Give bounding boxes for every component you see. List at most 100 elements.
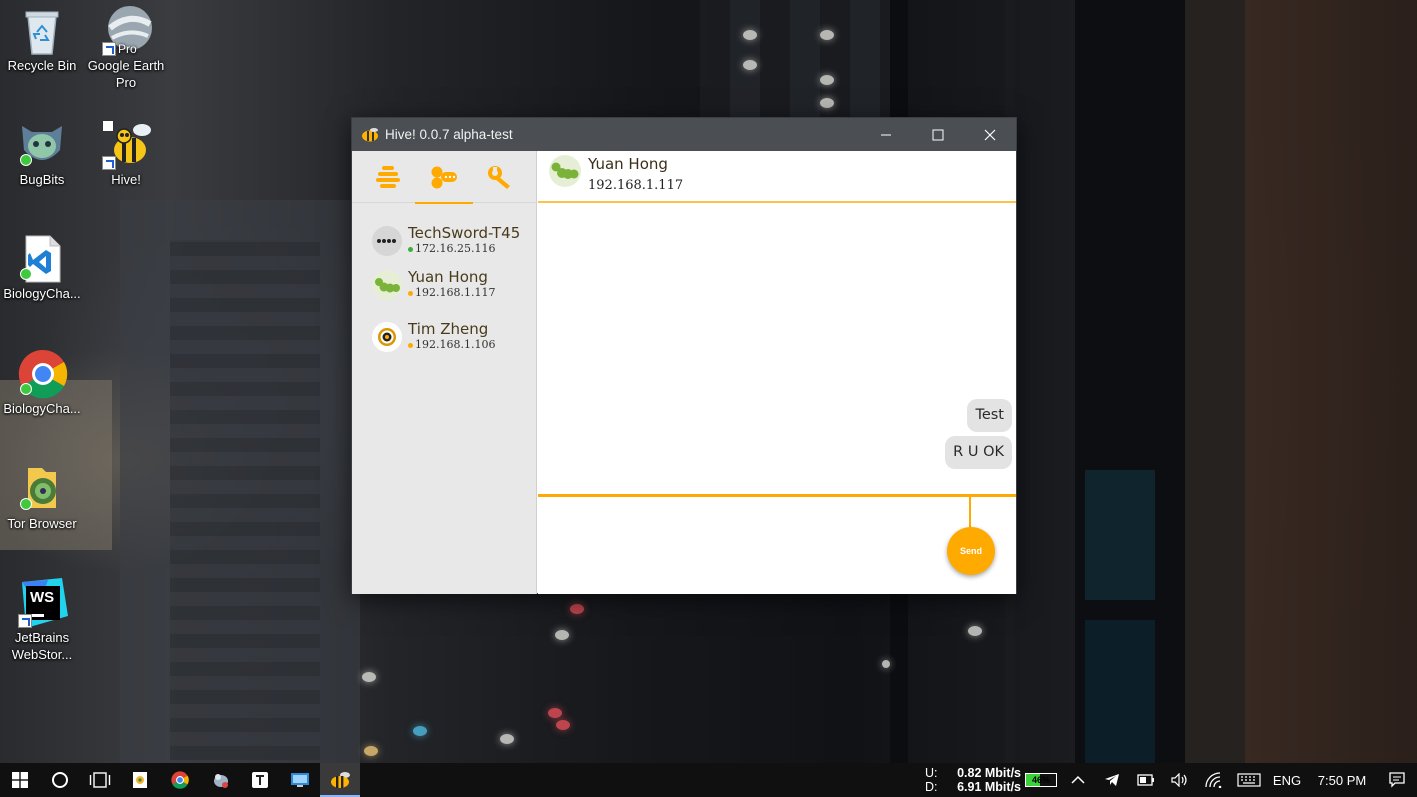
dots-avatar xyxy=(372,226,402,256)
close-button[interactable] xyxy=(964,118,1016,151)
desktop-icon-biology-vscode[interactable]: BiologyCha... xyxy=(0,234,84,302)
wrench-icon xyxy=(488,165,510,189)
tab-contacts[interactable] xyxy=(415,157,473,204)
cortana-circle-icon xyxy=(52,772,68,788)
caterpillar-avatar xyxy=(549,155,581,187)
shortcut-arrow-icon xyxy=(102,156,116,170)
hive-app-icon xyxy=(361,127,379,142)
contact-ip-row: 192.168.1.117 xyxy=(408,286,495,300)
minimize-icon xyxy=(881,134,891,135)
tab-hive[interactable] xyxy=(365,157,411,197)
chrome-icon xyxy=(171,771,189,789)
contact-ip: 172.16.25.116 xyxy=(415,242,496,255)
download-speed: 6.91 Mbit/s xyxy=(957,780,1021,794)
taskbar-app-file-explorer[interactable] xyxy=(120,763,160,797)
battery-tray-button[interactable] xyxy=(1129,763,1163,797)
contact-item[interactable]: Tim Zheng 192.168.1.106 xyxy=(352,307,536,359)
desktop-icon-webstorm[interactable]: WS JetBrains WebStor... xyxy=(0,578,84,663)
minimize-button[interactable] xyxy=(860,118,912,151)
chat-panel: Yuan Hong 192.168.1.117 Test R U OK Send xyxy=(538,151,1016,594)
wifi-button[interactable] xyxy=(1197,763,1231,797)
task-view-button[interactable] xyxy=(80,763,120,797)
taskbar-app-typora[interactable] xyxy=(240,763,280,797)
taskbar-app-chrome[interactable] xyxy=(160,763,200,797)
tab-settings[interactable] xyxy=(477,157,523,197)
contact-name: Tim Zheng xyxy=(408,320,489,338)
desktop-icon-label: BugBits xyxy=(19,172,65,187)
desktop-icon-tor-browser[interactable]: Tor Browser xyxy=(0,464,84,532)
telegram-icon xyxy=(1105,774,1119,786)
telegram-tray-button[interactable] xyxy=(1095,763,1129,797)
input-language-button[interactable]: ENG xyxy=(1267,773,1307,788)
remote-desktop-icon xyxy=(291,773,309,787)
tor-browser-icon xyxy=(18,464,66,512)
battery-tray-icon xyxy=(1137,774,1154,786)
action-center-button[interactable] xyxy=(1377,763,1417,797)
away-status-dot xyxy=(408,290,413,296)
wifi-icon xyxy=(1205,772,1222,788)
desktop-icon-google-earth[interactable]: Pro Google Earth Pro xyxy=(84,6,168,91)
message-bubble: Test xyxy=(967,399,1012,432)
maximize-button[interactable] xyxy=(912,118,964,151)
chat-header: Yuan Hong 192.168.1.117 xyxy=(538,151,1016,203)
battery-percent: 46% xyxy=(1031,775,1050,785)
desktop-icon-hive[interactable]: Hive! xyxy=(84,120,168,188)
taskbar-app-remote-desktop[interactable] xyxy=(280,763,320,797)
desktop-icon-label: BiologyCha... xyxy=(3,286,81,301)
contact-name: Yuan Hong xyxy=(408,268,488,286)
task-view-icon xyxy=(89,772,111,788)
contact-item[interactable]: TechSword-T45 172.16.25.116 xyxy=(352,203,536,256)
taskbar-app-hive[interactable] xyxy=(320,763,360,797)
contact-ip: 192.168.1.117 xyxy=(415,286,496,299)
vscode-icon xyxy=(18,234,66,283)
ws-overlay-text: WS xyxy=(30,589,55,606)
send-button[interactable]: Send xyxy=(947,527,995,575)
desktop-icon-label: JetBrains WebStor... xyxy=(11,630,73,662)
chevron-up-icon xyxy=(1071,775,1085,784)
desktop-icon-biology-chrome[interactable]: BiologyCha... xyxy=(0,349,84,417)
chrome-icon xyxy=(18,349,68,399)
hive-bee-icon xyxy=(331,772,350,788)
start-button[interactable] xyxy=(0,763,40,797)
volume-button[interactable] xyxy=(1163,763,1197,797)
shortcut-arrow-icon xyxy=(102,42,116,56)
speaker-icon xyxy=(1171,773,1187,787)
caterpillar-avatar xyxy=(372,270,402,300)
system-tray: U: D: 0.82 Mbit/s 6.91 Mbit/s 46% ENG 7:… xyxy=(925,763,1417,797)
chat-contact-name: Yuan Hong xyxy=(588,155,668,173)
close-icon xyxy=(984,129,996,140)
hive-bee-icon xyxy=(102,120,151,170)
bugbits-icon xyxy=(214,774,228,788)
desktop-icon-recycle-bin[interactable]: Recycle Bin xyxy=(0,6,84,74)
hive-stack-icon xyxy=(376,165,400,188)
text-editor-icon xyxy=(252,772,268,788)
taskbar-app-bugbits[interactable] xyxy=(200,763,240,797)
desktop-icon-bugbits[interactable]: BugBits xyxy=(0,120,84,188)
upload-speed: 0.82 Mbit/s xyxy=(957,766,1021,780)
hive-window: Hive! 0.0.7 alpha-test TechSword-T45 172… xyxy=(351,117,1017,594)
away-status-dot xyxy=(408,342,413,348)
recycle-bin-icon xyxy=(18,6,66,55)
send-button-stem xyxy=(969,497,971,527)
contact-ip: 192.168.1.106 xyxy=(415,338,496,351)
desktop-icon-label: Google Earth Pro xyxy=(87,58,165,90)
touch-keyboard-button[interactable] xyxy=(1231,763,1267,797)
cortana-button[interactable] xyxy=(40,763,80,797)
sync-ok-icon xyxy=(20,268,32,280)
window-title: Hive! 0.0.7 alpha-test xyxy=(385,127,513,142)
clock[interactable]: 7:50 PM xyxy=(1307,773,1377,788)
show-hidden-icons-button[interactable] xyxy=(1061,763,1095,797)
pro-overlay-text: Pro xyxy=(118,42,137,56)
contact-item[interactable]: Yuan Hong 192.168.1.117 xyxy=(352,255,536,307)
webstorm-icon: WS xyxy=(18,578,68,628)
title-bar[interactable]: Hive! 0.0.7 alpha-test xyxy=(352,118,1016,151)
desktop-icon-label: Tor Browser xyxy=(7,516,77,531)
chat-contact-ip: 192.168.1.117 xyxy=(588,178,684,193)
network-speed-monitor: U: D: 0.82 Mbit/s 6.91 Mbit/s xyxy=(925,766,1021,794)
sidebar: TechSword-T45 172.16.25.116 Yuan Hong 19… xyxy=(352,151,537,594)
battery-meter[interactable]: 46% xyxy=(1021,763,1061,797)
contact-ip-row: 192.168.1.106 xyxy=(408,338,495,352)
checkbox-overlay-icon xyxy=(102,120,114,132)
message-input[interactable] xyxy=(546,505,936,585)
contact-ip-row: 172.16.25.116 xyxy=(408,242,520,256)
